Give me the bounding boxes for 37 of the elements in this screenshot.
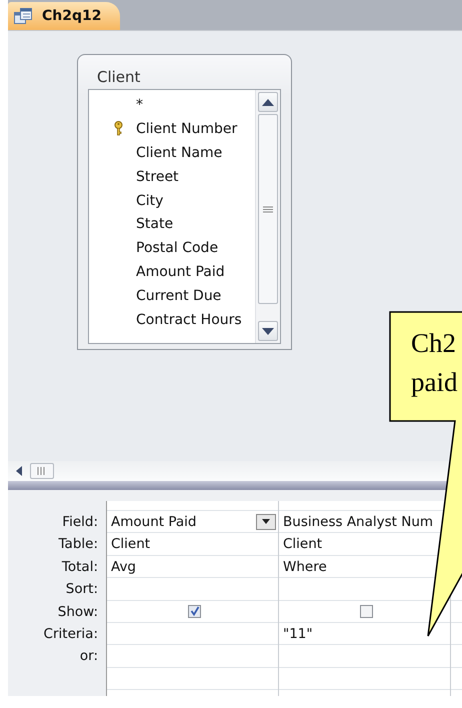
show-checkbox[interactable] (188, 604, 201, 618)
row-label: Criteria: (42, 624, 99, 644)
row-label: Show: (56, 602, 99, 622)
field-list-item[interactable]: Street (136, 168, 179, 185)
triangle-left-icon (15, 466, 23, 476)
grid-cell[interactable]: Avg (107, 556, 278, 578)
field-list-item[interactable]: Client Number (136, 120, 238, 137)
row-label: Sort: (64, 580, 99, 600)
query-icon (14, 8, 32, 24)
scroll-up-button[interactable] (258, 92, 278, 112)
scroll-down-button[interactable] (258, 321, 278, 341)
field-list-item[interactable]: * (136, 96, 143, 113)
grid-cell[interactable]: Client (107, 533, 278, 556)
field-list-item[interactable]: Amount Paid (136, 264, 225, 280)
field-list-item[interactable]: Current Due (136, 288, 222, 304)
grid-cell[interactable]: Amount Paid (111, 510, 196, 533)
field-list-item[interactable]: Client Name (136, 144, 222, 161)
row-label: Total: (60, 558, 99, 577)
caret-icon (262, 519, 270, 524)
field-list-item[interactable]: Postal Code (136, 240, 218, 256)
row-label: Field: (61, 513, 99, 532)
row-label: or: (78, 647, 99, 666)
document-tab[interactable]: Ch2q12 (8, 2, 120, 30)
triangle-up-icon (262, 98, 274, 106)
callout-text: Ch2 (411, 328, 456, 358)
field-list-item[interactable]: State (136, 216, 174, 232)
field-list-item[interactable]: Contract Hours (136, 312, 242, 328)
grid-cell[interactable]: Business Analyst Num (283, 510, 434, 533)
triangle-down-icon (262, 328, 274, 334)
field-list-item[interactable]: City (136, 192, 164, 208)
dropdown-button[interactable] (256, 514, 276, 530)
row-label: Table: (58, 535, 99, 554)
show-checkbox[interactable] (360, 604, 373, 618)
table-title: Client (96, 67, 142, 88)
callout-text: paid (411, 367, 458, 397)
scrollbar-thumb[interactable] (30, 463, 54, 479)
scrollbar-thumb[interactable] (258, 114, 278, 304)
